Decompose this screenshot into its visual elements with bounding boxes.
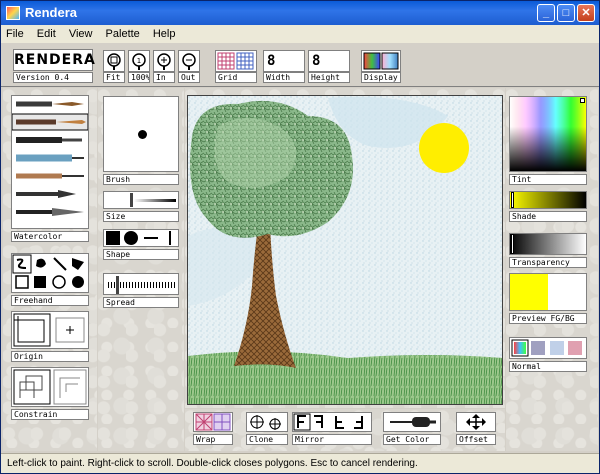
origin-panel[interactable] bbox=[11, 311, 89, 349]
size-label: Size bbox=[103, 211, 179, 222]
constrain-icons bbox=[13, 369, 87, 405]
foreground-swatch[interactable] bbox=[510, 274, 548, 310]
app-window: Rendera _ □ ✕ File Edit View Palette Hel… bbox=[0, 0, 600, 474]
spread-label: Spread bbox=[103, 297, 179, 308]
menu-file[interactable]: File bbox=[1, 25, 29, 40]
clone-button[interactable] bbox=[246, 412, 288, 432]
constrain-panel[interactable] bbox=[11, 367, 89, 407]
grid-icon bbox=[217, 52, 254, 70]
freehand-label: Freehand bbox=[11, 295, 89, 306]
drawing-canvas[interactable] bbox=[187, 95, 503, 405]
eyedropper-icon bbox=[390, 417, 436, 427]
wrap-label: Wrap bbox=[193, 434, 233, 445]
minimize-button[interactable]: _ bbox=[537, 4, 555, 22]
shape-selector[interactable] bbox=[103, 229, 179, 247]
brush-preview bbox=[103, 96, 179, 172]
zoom100-label: 100% bbox=[128, 72, 150, 83]
clone-icon bbox=[250, 415, 281, 430]
mirror-button[interactable] bbox=[292, 412, 372, 432]
zoom-out-button[interactable] bbox=[178, 50, 200, 72]
menu-edit[interactable]: Edit bbox=[32, 25, 61, 40]
constrain-label: Constrain bbox=[11, 409, 89, 420]
fit-label: Fit bbox=[103, 72, 125, 83]
tint-marker bbox=[580, 98, 585, 103]
magnifier-icon: 1 bbox=[132, 53, 146, 70]
watercolor-label: Watercolor bbox=[11, 231, 89, 242]
wrap-button[interactable] bbox=[193, 412, 233, 432]
magnifier-icon bbox=[107, 53, 121, 70]
wrap-icon bbox=[195, 413, 231, 431]
move-arrows-icon bbox=[466, 414, 486, 430]
normal-label: Normal bbox=[509, 361, 587, 372]
window-title: Rendera bbox=[25, 5, 78, 20]
display-button[interactable] bbox=[361, 50, 401, 72]
height-input[interactable]: 8 bbox=[308, 50, 350, 72]
display-label: Display bbox=[361, 72, 401, 83]
draw-mode-icons bbox=[12, 254, 84, 289]
size-track bbox=[134, 199, 176, 202]
offset-button[interactable] bbox=[456, 412, 496, 432]
clone-label: Clone bbox=[246, 434, 288, 445]
maximize-button[interactable]: □ bbox=[557, 4, 575, 22]
background-swatch[interactable] bbox=[548, 274, 586, 310]
width-label: Width bbox=[263, 72, 305, 83]
transparency-slider[interactable] bbox=[509, 233, 587, 255]
width-input[interactable]: 8 bbox=[263, 50, 305, 72]
blend-mode-icons bbox=[511, 339, 582, 357]
grid-button[interactable] bbox=[215, 50, 257, 72]
draw-mode-panel bbox=[11, 253, 89, 293]
offset-label: Offset bbox=[456, 434, 496, 445]
shade-label: Shade bbox=[509, 211, 587, 222]
mirror-icon bbox=[293, 413, 363, 431]
app-icon bbox=[6, 6, 20, 20]
version-label: Version 0.4 bbox=[13, 72, 93, 83]
title-bar: Rendera _ □ ✕ bbox=[1, 1, 599, 25]
get-color-button[interactable] bbox=[383, 412, 441, 432]
zoom-in-icon bbox=[157, 53, 171, 70]
paint-tool-list bbox=[11, 95, 89, 229]
spread-slider[interactable] bbox=[103, 273, 179, 295]
display-icon bbox=[363, 52, 399, 70]
svg-text:1: 1 bbox=[137, 57, 141, 65]
brush-dot bbox=[138, 130, 147, 139]
origin-icons bbox=[13, 313, 85, 347]
get-color-label: Get Color bbox=[383, 434, 441, 445]
menu-bar: File Edit View Palette Help bbox=[1, 25, 599, 43]
painting bbox=[188, 96, 502, 404]
shape-label: Shape bbox=[103, 249, 179, 260]
transparency-label: Transparency bbox=[509, 257, 587, 268]
color-preview[interactable] bbox=[509, 273, 587, 311]
shade-handle[interactable] bbox=[511, 192, 514, 208]
tint-picker[interactable] bbox=[509, 96, 587, 172]
close-button[interactable]: ✕ bbox=[577, 4, 595, 22]
preview-label: Preview FG/BG bbox=[509, 313, 587, 324]
zoom-out-icon bbox=[182, 53, 196, 70]
transparency-handle[interactable] bbox=[511, 234, 514, 254]
tint-label: Tint bbox=[509, 174, 587, 185]
logo: RENDERA bbox=[13, 49, 96, 71]
blend-mode-selector[interactable] bbox=[509, 337, 587, 359]
origin-label: Origin bbox=[11, 351, 89, 362]
zoom-fit-button[interactable] bbox=[103, 50, 125, 72]
toolbar: RENDERA Version 0.4 Fit 1 100% In Out Gr… bbox=[1, 43, 599, 87]
brush-label: Brush bbox=[103, 174, 179, 185]
paint-tools-icon bbox=[11, 96, 89, 216]
height-label: Height bbox=[308, 72, 350, 83]
spread-handle[interactable] bbox=[116, 276, 119, 294]
menu-help[interactable]: Help bbox=[148, 25, 181, 40]
zoom-100-button[interactable]: 1 bbox=[128, 50, 150, 72]
in-label: In bbox=[153, 72, 175, 83]
shade-slider[interactable] bbox=[509, 191, 587, 209]
size-handle[interactable] bbox=[130, 193, 133, 207]
mirror-label: Mirror bbox=[292, 434, 372, 445]
zoom-in-button[interactable] bbox=[153, 50, 175, 72]
out-label: Out bbox=[178, 72, 200, 83]
size-slider[interactable] bbox=[103, 191, 179, 209]
menu-view[interactable]: View bbox=[64, 25, 98, 40]
logo-text: RENDERA bbox=[14, 52, 96, 68]
shape-icons bbox=[106, 231, 171, 245]
menu-palette[interactable]: Palette bbox=[101, 25, 145, 40]
status-bar: Left-click to paint. Right-click to scro… bbox=[1, 453, 599, 473]
grid-label: Grid bbox=[215, 72, 257, 83]
